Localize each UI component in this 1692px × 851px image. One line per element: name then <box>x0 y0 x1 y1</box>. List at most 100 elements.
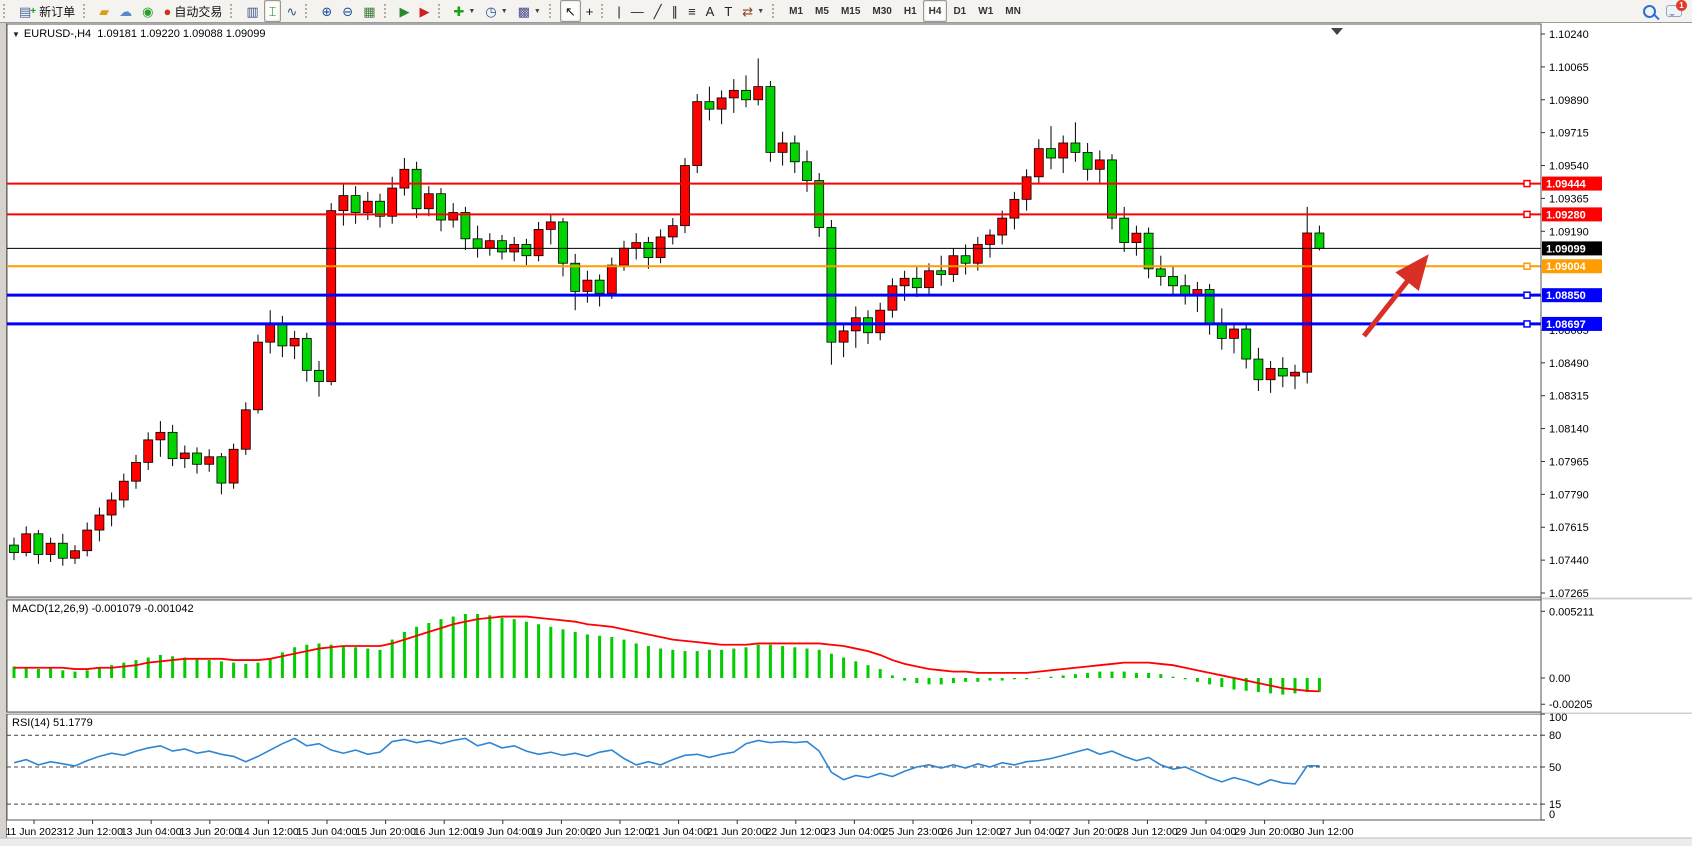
draw-fibonacci-button[interactable]: ≡ <box>683 0 701 22</box>
auto-scroll-button[interactable]: ▶ <box>395 0 415 22</box>
community-button[interactable]: ☁ <box>114 0 137 22</box>
candle-down <box>803 162 812 181</box>
line-handle[interactable] <box>1524 181 1530 187</box>
tf-h4-button[interactable]: H4 <box>923 0 948 22</box>
toolbar-grip[interactable] <box>3 4 10 18</box>
candle-down <box>1083 152 1092 169</box>
date-tick-label: 23 Jun 04:00 <box>824 826 885 838</box>
date-tick-label: 19 Jun 20:00 <box>531 826 592 838</box>
line-handle[interactable] <box>1524 321 1530 327</box>
dropdown-caret-icon[interactable]: ▼ <box>468 8 475 15</box>
tf-w1-button[interactable]: W1 <box>972 0 999 22</box>
gold-icon: ▰ <box>99 5 109 18</box>
line-handle[interactable] <box>1524 263 1530 269</box>
candle-down <box>193 453 202 464</box>
macd-histogram-bar <box>842 658 845 678</box>
draw-channel-button[interactable]: ∥ <box>667 0 684 22</box>
zoom-in-button[interactable]: ⊕ <box>316 0 337 22</box>
chart-canvas[interactable]: 1.102401.100651.098901.097151.095401.093… <box>0 22 1692 846</box>
fibo-icon: ≡ <box>688 5 696 18</box>
chart-bars-button[interactable]: ▥ <box>241 0 263 22</box>
chart-line-button[interactable]: ∿ <box>281 0 302 22</box>
tf-mn-button[interactable]: MN <box>999 0 1027 22</box>
toolbar-grip[interactable] <box>549 4 556 18</box>
macd-histogram-bar <box>1208 678 1211 684</box>
candle-down <box>790 143 799 162</box>
candle-down <box>437 194 446 220</box>
tf-d1-button[interactable]: D1 <box>947 0 972 22</box>
draw-label-button[interactable]: T <box>719 0 737 22</box>
notifications-icon[interactable]: 1 <box>1666 5 1682 17</box>
toolbar-group: ▥⌶∿ <box>227 0 302 22</box>
toolbar-grip[interactable] <box>438 4 445 18</box>
macd-histogram-bar <box>1050 677 1053 678</box>
draw-hline-button[interactable]: — <box>626 0 649 22</box>
chart-shift-button[interactable]: ▶ <box>415 0 435 22</box>
draw-arrows-button[interactable]: ⇄▼ <box>737 0 769 22</box>
toolbar-grip[interactable] <box>384 4 391 18</box>
crosshair-button[interactable]: + <box>581 0 599 22</box>
tf-m1-button[interactable]: M1 <box>783 0 809 22</box>
candle-up <box>888 286 897 310</box>
cursor-button[interactable]: ↖ <box>560 0 581 22</box>
panel-separator[interactable] <box>0 713 1692 715</box>
date-tick-label: 14 Jun 12:00 <box>238 826 299 838</box>
candle-up <box>1132 233 1141 242</box>
candle-up <box>1059 143 1068 158</box>
macd-histogram-bar <box>488 615 491 678</box>
indicators-button[interactable]: ✚▼ <box>449 0 481 22</box>
tf-m30-button[interactable]: M30 <box>866 0 897 22</box>
collapse-triangle-icon[interactable]: ▼ <box>12 30 20 39</box>
macd-histogram-bar <box>183 658 186 678</box>
macd-plot-area[interactable] <box>7 600 1541 712</box>
macd-histogram-bar <box>1184 678 1187 679</box>
auto-trading-button[interactable]: ●自动交易 <box>159 0 228 22</box>
crosshair-icon: + <box>586 5 594 18</box>
draw-text-button[interactable]: A <box>701 0 720 22</box>
line-handle[interactable] <box>1524 211 1530 217</box>
candle-up <box>876 310 885 333</box>
tf-h1-button[interactable]: H1 <box>898 0 923 22</box>
macd-histogram-bar <box>1123 672 1126 678</box>
periods-button[interactable]: ◷▼ <box>480 0 512 22</box>
candle-down <box>961 256 970 264</box>
market-button[interactable]: ▰ <box>94 0 114 22</box>
dropdown-caret-icon[interactable]: ▼ <box>534 8 541 15</box>
date-tick-label: 13 Jun 04:00 <box>121 826 182 838</box>
candle-up <box>754 87 763 100</box>
chartshift-icon: ▶ <box>420 5 430 18</box>
templates-button[interactable]: ▩▼ <box>513 0 546 22</box>
macd-histogram-bar <box>25 668 28 678</box>
tf-m5-button[interactable]: M5 <box>809 0 835 22</box>
dropdown-caret-icon[interactable]: ▼ <box>757 8 764 15</box>
toolbar-grip[interactable] <box>83 4 90 18</box>
candle-up <box>1303 233 1312 372</box>
candle-down <box>351 196 360 213</box>
toolbar-grip[interactable] <box>230 4 237 18</box>
toolbar-grip[interactable] <box>601 4 608 18</box>
macd-histogram-bar <box>1294 678 1297 693</box>
panel-separator[interactable] <box>0 598 1692 600</box>
macd-histogram-bar <box>1037 678 1040 679</box>
candle-down <box>1242 329 1251 359</box>
draw-trendline-button[interactable]: ╱ <box>649 0 667 22</box>
toolbar-grip[interactable] <box>305 4 312 18</box>
new-order-button[interactable]: ▤+新订单 <box>14 0 80 22</box>
search-icon[interactable] <box>1643 5 1656 18</box>
draw-vline-button[interactable]: | <box>612 0 625 22</box>
candle-up <box>681 166 690 226</box>
dropdown-caret-icon[interactable]: ▼ <box>501 8 508 15</box>
auto-trading-label: 自动交易 <box>174 3 222 20</box>
tf-m15-button[interactable]: M15 <box>835 0 866 22</box>
chart-candles-button[interactable]: ⌶ <box>264 0 282 22</box>
macd-histogram-bar <box>525 622 528 678</box>
line-handle[interactable] <box>1524 292 1530 298</box>
macd-histogram-bar <box>537 624 540 678</box>
tf-h4-label: H4 <box>929 6 942 17</box>
toolbar-grip[interactable] <box>772 4 779 18</box>
signals-button[interactable]: ◉ <box>137 0 158 22</box>
zoom-out-button[interactable]: ⊖ <box>337 0 358 22</box>
macd-histogram-bar <box>379 650 382 678</box>
toolbar-group: ↖+ <box>546 0 599 22</box>
tile-windows-button[interactable]: ▦ <box>358 0 380 22</box>
